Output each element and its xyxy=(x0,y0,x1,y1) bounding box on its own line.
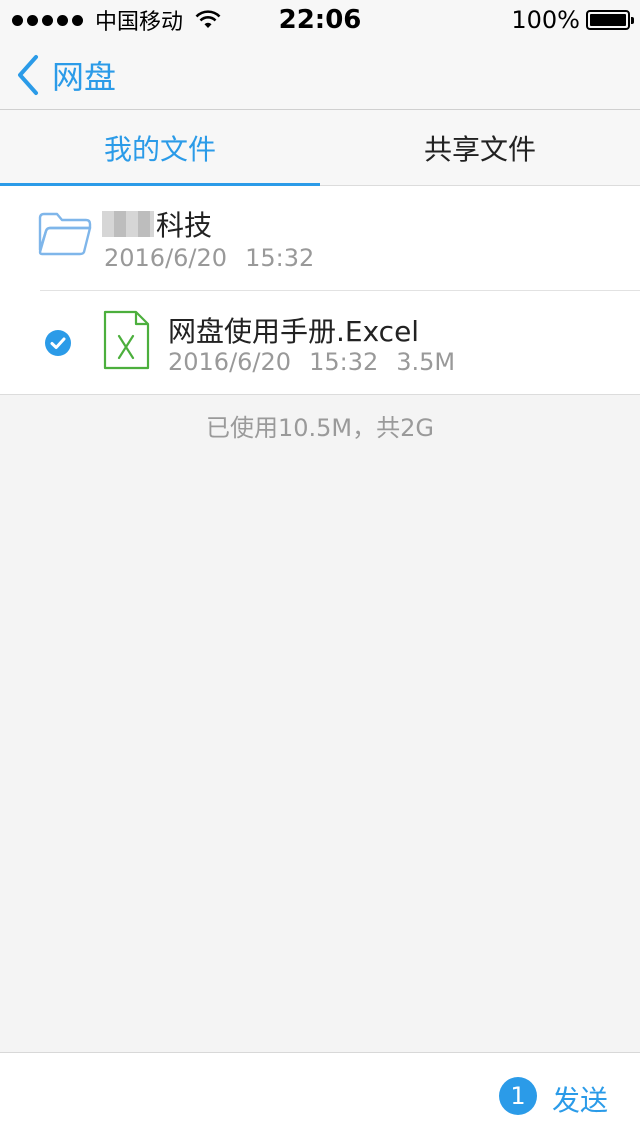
file-list: 科技 2016/6/20 15:32 网盘使用手册.Excel 2016/6/2… xyxy=(0,186,640,395)
battery-percent: 100% xyxy=(511,6,580,34)
folder-name-text: 科技 xyxy=(156,209,213,242)
file-name: 网盘使用手册.Excel xyxy=(168,315,420,348)
back-button-label: 网盘 xyxy=(52,57,117,96)
file-tabs: 我的文件 共享文件 xyxy=(0,110,640,186)
selected-count-badge: 1 xyxy=(499,1077,537,1115)
status-bar: 中国移动 22:06 100% xyxy=(0,0,640,40)
navigation-bar: 网盘 xyxy=(0,40,640,110)
file-time: 15:32 xyxy=(309,348,379,376)
file-meta: 2016/6/20 15:32 3.5M xyxy=(168,348,455,376)
file-meta: 2016/6/20 15:32 xyxy=(104,244,314,272)
file-time: 15:32 xyxy=(245,244,315,272)
signal-strength-icon xyxy=(12,14,83,26)
file-size: 3.5M xyxy=(396,348,456,376)
storage-usage-text: 已使用10.5M，共2G xyxy=(205,414,434,442)
back-button[interactable]: 网盘 xyxy=(14,52,116,98)
file-date: 2016/6/20 xyxy=(168,348,292,376)
list-item-folder[interactable]: 科技 2016/6/20 15:32 xyxy=(0,186,640,290)
excel-file-icon xyxy=(103,310,150,370)
file-name: 科技 xyxy=(102,204,212,244)
folder-icon xyxy=(38,212,92,256)
redacted-text xyxy=(102,211,154,237)
send-button[interactable]: 发送 xyxy=(552,1079,608,1119)
battery-icon xyxy=(586,10,634,30)
tab-shared-files[interactable]: 共享文件 xyxy=(320,110,640,185)
checkmark-circle-icon[interactable] xyxy=(44,329,72,357)
tab-my-files[interactable]: 我的文件 xyxy=(0,110,320,186)
bottom-action-bar: 1 发送 xyxy=(0,1052,640,1136)
carrier-name: 中国移动 xyxy=(95,10,184,35)
file-date: 2016/6/20 xyxy=(104,244,228,272)
wifi-icon xyxy=(195,10,221,28)
list-item-file[interactable]: 网盘使用手册.Excel 2016/6/20 15:32 3.5M xyxy=(0,290,640,394)
chevron-left-icon xyxy=(18,54,38,95)
